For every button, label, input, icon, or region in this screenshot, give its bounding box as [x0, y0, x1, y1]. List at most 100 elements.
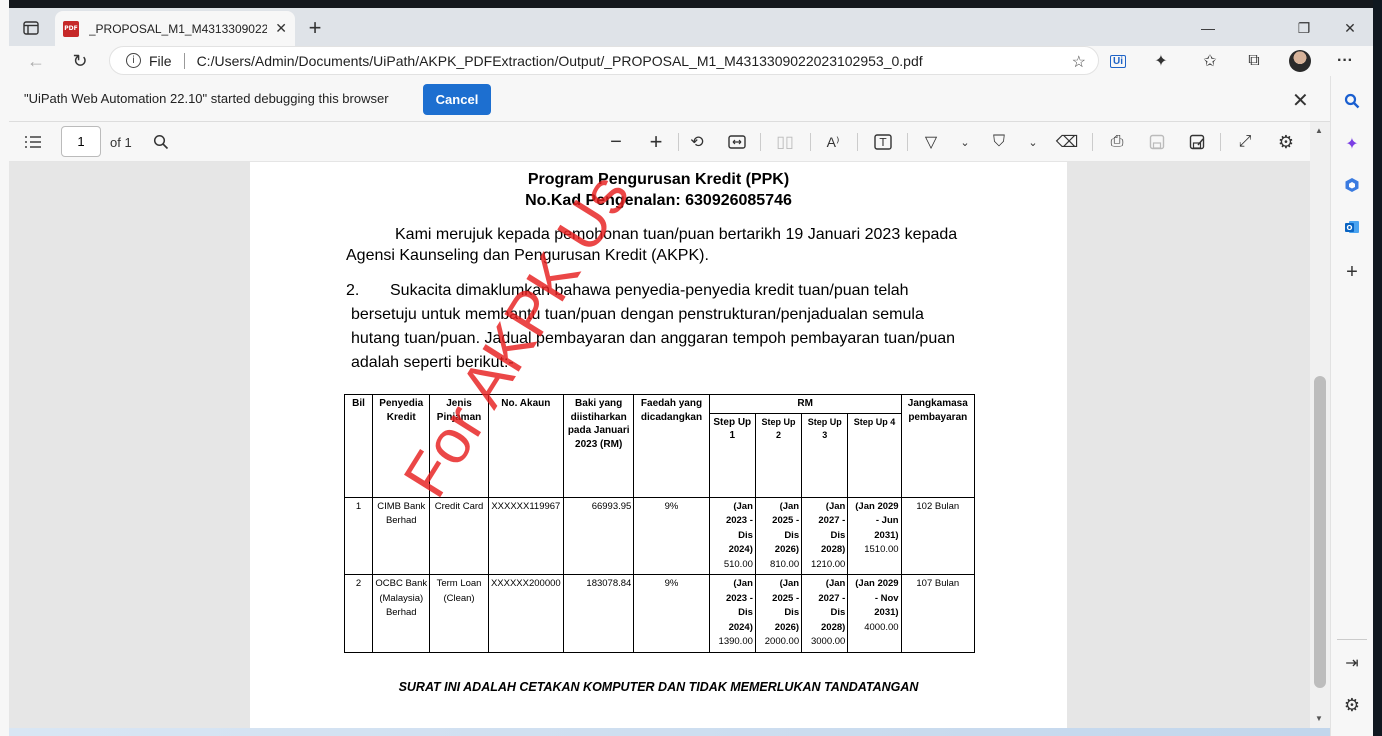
tab-title: _PROPOSAL_M1_M43133090220 — [88, 21, 268, 36]
save-icon[interactable] — [1145, 130, 1169, 154]
pdf-file-icon: PDF — [63, 20, 79, 37]
step3-amount: 3000.00 — [810, 636, 846, 647]
more-menu-icon[interactable]: ··· — [1329, 48, 1361, 74]
new-tab-icon[interactable]: + — [299, 14, 331, 42]
copilot-icon[interactable]: ✦ — [1339, 131, 1365, 157]
toolbar-separator — [1092, 133, 1093, 151]
highlight-icon[interactable]: ⛉ — [987, 130, 1011, 154]
toolbar-separator — [760, 133, 761, 151]
header-baki: Baki yang diistiharkan pada Januari 2023… — [562, 394, 635, 498]
add-favorite-icon[interactable]: ☆ — [1072, 52, 1086, 72]
table-of-contents-icon[interactable] — [21, 130, 45, 154]
debug-infobar: "UiPath Web Automation 22.10" started de… — [9, 76, 1330, 122]
fit-page-icon[interactable] — [725, 130, 749, 154]
cell-jangkamasa: 107 Bulan — [900, 574, 976, 653]
computer-generated-notice: SURAT INI ADALAH CETAKAN KOMPUTER DAN TI… — [398, 680, 919, 694]
outlook-icon[interactable]: O — [1339, 214, 1365, 240]
hide-sidebar-icon[interactable]: ⇥ — [1339, 650, 1365, 676]
cell-bil: 2 — [343, 574, 374, 653]
step1-amount: 1390.00 — [718, 636, 753, 647]
step1-amount: 510.00 — [723, 558, 753, 570]
header-step3: Step Up 3 — [801, 412, 849, 498]
page-view-icon[interactable]: ▯▯ — [773, 130, 797, 154]
cell-step3: (Jan 2027 - Dis 2028) 1210.00 — [801, 496, 849, 575]
document-heading-program: Program Pengurusan Kredit (PPK) — [527, 171, 790, 188]
highlight-options-chevron-down-icon[interactable]: ⌄ — [1025, 130, 1041, 154]
pdf-viewer[interactable]: Program Pengurusan Kredit (PPK) No.Kad P… — [9, 162, 1310, 728]
draw-icon[interactable]: ▽ — [919, 130, 943, 154]
search-icon[interactable] — [1339, 88, 1365, 114]
extensions-icon[interactable]: ✦ — [1145, 48, 1177, 74]
close-window-icon[interactable]: ✕ — [1327, 14, 1373, 42]
paragraph2-number: 2. — [346, 282, 360, 299]
table-header-row: Bil Penyedia Kredit Jenis Pinjaman No. A… — [343, 394, 976, 498]
cell-jangkamasa: 102 Bulan — [900, 496, 976, 575]
paragraph2-line1: Sukacita dimaklumkan bahawa penyedia-pen… — [390, 282, 909, 299]
paragraph1-line2: Agensi Kaunseling dan Pengurusan Kredit … — [346, 247, 709, 264]
close-infobar-icon[interactable]: ✕ — [1292, 88, 1309, 113]
vertical-scrollbar[interactable]: ▲ ▼ — [1310, 122, 1330, 728]
cell-akaun: XXXXXX200000 — [487, 574, 565, 653]
cell-faedah: 9% — [633, 496, 710, 575]
address-scheme: File — [149, 52, 172, 69]
tab-actions-icon[interactable] — [15, 14, 47, 42]
step4-amount: 4000.00 — [864, 621, 899, 633]
scrollbar-thumb[interactable] — [1314, 376, 1326, 688]
cell-step4: (Jan 2029 - Jun 2031) 1510.00 — [847, 496, 902, 575]
zoom-out-icon[interactable]: − — [604, 130, 628, 154]
favorites-icon[interactable]: ✩ — [1194, 48, 1226, 74]
erase-icon[interactable]: ⌫ — [1055, 130, 1079, 154]
header-step4: Step Up 4 — [847, 412, 902, 498]
save-as-icon[interactable] — [1185, 130, 1209, 154]
read-aloud-icon[interactable]: A⁾ — [821, 130, 845, 154]
page-number-input[interactable] — [61, 126, 101, 157]
cancel-debug-button[interactable]: Cancel — [423, 84, 491, 115]
header-penyedia: Penyedia Kredit — [372, 394, 431, 498]
add-sidebar-app-icon[interactable]: + — [1339, 259, 1365, 285]
scroll-down-arrow-icon[interactable]: ▼ — [1315, 714, 1323, 723]
step1-period: (Jan 2023 - Dis 2024) — [725, 500, 753, 556]
header-akaun: No. Akaun — [487, 394, 565, 498]
rotate-icon[interactable]: ⟲ — [685, 130, 709, 154]
address-bar[interactable]: i File C:/Users/Admin/Documents/UiPath/A… — [109, 46, 1099, 75]
back-icon[interactable]: ← — [21, 47, 51, 75]
cell-jenis: Credit Card — [429, 496, 489, 575]
repayment-schedule-table: Bil Penyedia Kredit Jenis Pinjaman No. A… — [343, 394, 976, 653]
add-text-icon[interactable]: T — [871, 130, 895, 154]
header-jangkamasa: Jangkamasa pembayaran — [900, 394, 976, 498]
cell-step4: (Jan 2029 - Nov 2031) 4000.00 — [847, 574, 902, 653]
taskbar-edge — [9, 728, 1330, 736]
restore-icon[interactable]: ❐ — [1281, 14, 1327, 42]
step2-amount: 2000.00 — [764, 636, 800, 647]
draw-options-chevron-down-icon[interactable]: ⌄ — [957, 130, 973, 154]
cell-faedah: 9% — [633, 574, 710, 653]
minimize-icon[interactable]: — — [1185, 14, 1231, 42]
header-step1: Step Up 1 — [708, 412, 756, 498]
step2-period: (Jan 2025 - Dis 2026) — [772, 578, 800, 633]
full-screen-icon[interactable]: ⤢ — [1233, 130, 1257, 154]
header-step2: Step Up 2 — [754, 412, 803, 498]
step3-period: (Jan 2027 - Dis 2028) — [818, 578, 846, 633]
sidebar-settings-icon[interactable]: ⚙ — [1339, 692, 1365, 718]
zoom-in-icon[interactable]: + — [644, 129, 668, 154]
uipath-extension-icon[interactable]: Ui — [1102, 48, 1134, 74]
close-tab-icon[interactable]: ✕ — [275, 20, 287, 37]
find-icon[interactable] — [149, 130, 173, 154]
desktop-background-right — [1373, 0, 1382, 736]
step4-period: (Jan 2029 - Nov 2031) — [855, 578, 899, 618]
office-icon[interactable] — [1339, 172, 1365, 198]
print-icon[interactable]: ⎙ — [1105, 130, 1129, 154]
infobar-message: "UiPath Web Automation 22.10" started de… — [24, 91, 389, 106]
info-icon[interactable]: i — [126, 53, 141, 68]
profile-avatar[interactable] — [1284, 48, 1316, 74]
scroll-up-arrow-icon[interactable]: ▲ — [1315, 126, 1323, 135]
collections-icon[interactable]: ⧉ — [1238, 48, 1270, 74]
cell-jenis: Term Loan (Clean) — [429, 574, 489, 653]
tab-pdf[interactable]: PDF _PROPOSAL_M1_M43133090220 ✕ — [55, 11, 295, 46]
refresh-icon[interactable]: ↻ — [65, 47, 95, 75]
cell-step1: (Jan 2023 - Dis 2024) 1390.00 — [708, 574, 756, 653]
paragraph2-line2: bersetuju untuk membantu tuan/puan denga… — [351, 306, 924, 323]
cell-step3: (Jan 2027 - Dis 2028) 3000.00 — [801, 574, 849, 653]
pdf-settings-gear-icon[interactable]: ⚙ — [1274, 130, 1298, 154]
document-heading-ic: No.Kad Pengenalan: 630926085746 — [525, 192, 792, 209]
